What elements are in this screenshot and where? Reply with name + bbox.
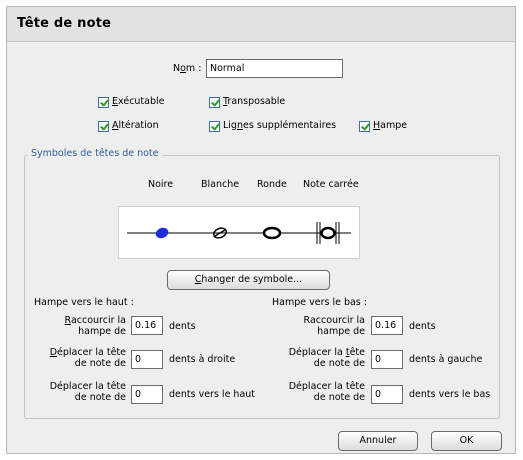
transposable-text: ransposable (227, 96, 286, 107)
stem-down-move-x-label: Déplacer la tête de note de (268, 347, 365, 369)
stem-up-move-x-text: éplacer la tête (57, 347, 126, 358)
title-bar: Tête de note (7, 7, 515, 42)
transposable-checkbox[interactable] (209, 97, 220, 108)
cancel-button[interactable]: Annuler (338, 431, 418, 451)
stem-down-shorten-label: Raccourcir la hampe de (268, 315, 365, 337)
alteration-label: Altération (112, 120, 159, 131)
stem-up-move-y-line2: de note de (74, 392, 126, 403)
note-heads-preview (127, 222, 351, 244)
half-note-head-icon (212, 227, 228, 239)
stem-down-move-y-unit: dents vers le bas (409, 389, 491, 400)
dialog-title: Tête de note (17, 16, 112, 31)
executable-label: Exécutable (112, 96, 165, 107)
stem-up-move-x-input[interactable] (131, 350, 163, 369)
ledger-lines-label: Lignes supplémentaires (223, 120, 336, 131)
stem-label: Hampe (373, 120, 407, 131)
stem-up-move-y-label: Déplacer la tête de note de (30, 381, 126, 403)
stem-down-move-x-line1: Déplacer la tête (268, 347, 365, 358)
change-symbol-text: hanger de symbole... (201, 274, 303, 285)
stem-up-move-y-input[interactable] (131, 385, 163, 404)
name-label-text-2: m : (185, 63, 202, 74)
change-symbol-button[interactable]: Changer de symbole... (167, 270, 330, 290)
alteration-checkbox[interactable] (98, 121, 109, 132)
transposable-label: Transposable (223, 96, 285, 107)
stem-down-move-y-line1: Déplacer la tête (288, 381, 365, 392)
stem-down-move-x-input[interactable] (371, 350, 403, 369)
stem-down-shorten-line1: Raccourcir la (303, 315, 365, 326)
alteration-text: ltération (118, 120, 159, 131)
ledger-lines-text-1: Lig (223, 120, 237, 131)
stem-up-shorten-unit: dents (169, 321, 196, 332)
symbol-preview (118, 206, 360, 259)
stem-up-shorten-line2: hampe de (78, 326, 126, 337)
stem-text: ampe (380, 120, 408, 131)
column-quarter-note: Noire (148, 179, 174, 190)
stem-up-move-x-line1: Déplacer la tête (30, 347, 126, 358)
stem-up-shorten-input[interactable] (131, 316, 163, 335)
stem-up-move-x-unit: dents à droite (169, 354, 236, 365)
executable-text: xécutable (118, 96, 165, 107)
stem-down-move-x-line2: de note de (313, 358, 365, 369)
stem-checkbox[interactable] (359, 121, 370, 132)
stem-up-move-x-line2: de note de (74, 358, 126, 369)
name-input[interactable] (206, 59, 343, 78)
ledger-lines-checkbox[interactable] (209, 121, 220, 132)
column-square-note: Note carrée (303, 179, 359, 190)
stem-up-shorten-line1: Raccourcir la (30, 315, 126, 326)
stem-down-move-x-text-2: ête (349, 347, 365, 358)
square-note-head-icon (316, 222, 340, 244)
whole-note-head-icon (262, 226, 282, 240)
stem-down-move-y-input[interactable] (371, 385, 403, 404)
column-half-note: Blanche (201, 179, 240, 190)
stem-down-move-x-text-1: Déplacer la (288, 347, 346, 358)
ok-button[interactable]: OK (431, 431, 502, 451)
stem-down-shorten-input[interactable] (371, 316, 403, 335)
executable-checkbox[interactable] (98, 97, 109, 108)
stem-down-move-y-line2: de note de (313, 392, 365, 403)
stem-down-move-x-unit: dents à gauche (409, 354, 483, 365)
stem-up-move-x-label: Déplacer la tête de note de (30, 347, 126, 369)
stem-down-shorten-line2: hampe de (317, 326, 365, 337)
ledger-lines-text-2: es supplémentaires (243, 120, 337, 131)
stem-down-heading: Hampe vers le bas : (272, 297, 367, 308)
column-whole-note: Ronde (257, 179, 287, 190)
stem-up-move-y-line1: Déplacer la tête (49, 381, 126, 392)
quarter-note-head-icon (155, 227, 169, 239)
name-label: Nom : (173, 63, 201, 74)
group-legend: Symboles de têtes de note (28, 148, 162, 159)
stem-down-shorten-unit: dents (409, 321, 436, 332)
stem-up-heading: Hampe vers le haut : (34, 297, 134, 308)
stem-up-shorten-text: accourcir la (70, 315, 126, 326)
stem-up-move-y-unit: dents vers le haut (169, 389, 256, 400)
stem-down-move-y-label: Déplacer la tête de note de (268, 381, 365, 403)
stem-up-shorten-label: Raccourcir la hampe de (30, 315, 126, 337)
stem-up-move-x-accel: D (49, 347, 58, 358)
